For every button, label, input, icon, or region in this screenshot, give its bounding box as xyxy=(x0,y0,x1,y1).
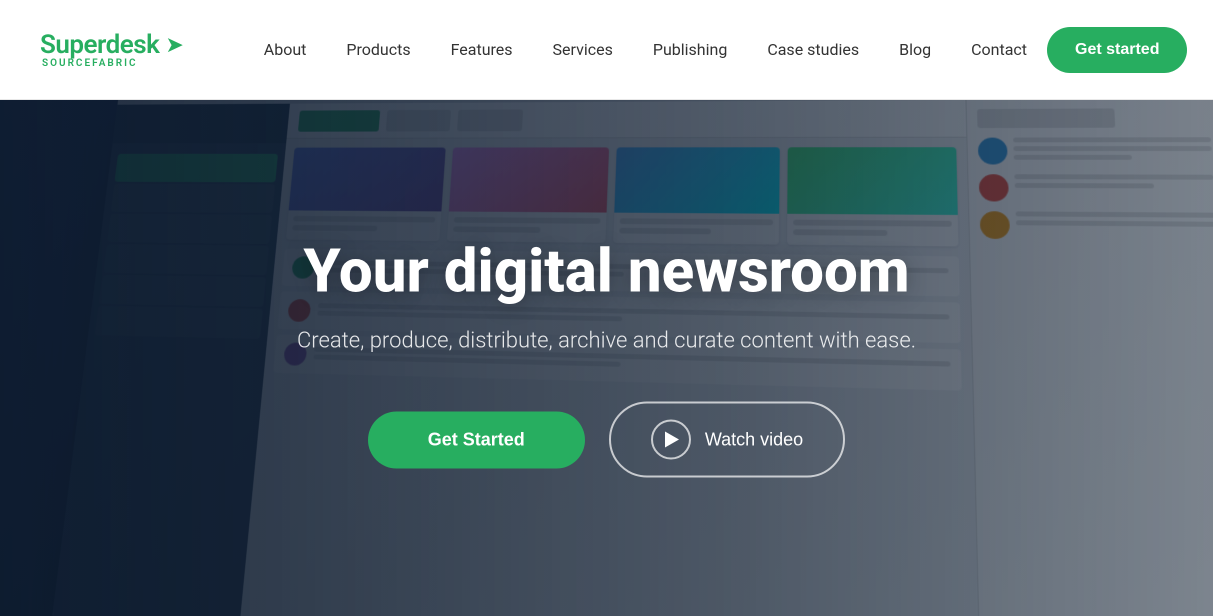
nav-blog[interactable]: Blog xyxy=(879,32,951,67)
hero-get-started-button[interactable]: Get Started xyxy=(368,411,585,468)
header-get-started-button[interactable]: Get started xyxy=(1047,27,1187,73)
nav-features[interactable]: Features xyxy=(431,32,533,67)
nav-publishing[interactable]: Publishing xyxy=(633,32,747,67)
hero-watch-video-button[interactable]: Watch video xyxy=(609,402,845,478)
nav-about[interactable]: About xyxy=(244,32,327,67)
logo-name: Superdesk xyxy=(40,30,159,60)
hero-content: Your digital newsroom Create, produce, d… xyxy=(157,239,1057,478)
logo-arrow-icon: ➤ xyxy=(165,33,183,58)
logo-sub: Sourcefabric xyxy=(42,58,138,69)
nav-case-studies[interactable]: Case studies xyxy=(747,32,879,67)
header: Superdesk ➤ Sourcefabric About Products … xyxy=(0,0,1213,100)
play-icon xyxy=(651,420,691,460)
watch-video-label: Watch video xyxy=(705,429,803,450)
main-nav: About Products Features Services Publish… xyxy=(244,32,1047,67)
nav-services[interactable]: Services xyxy=(533,32,633,67)
hero-buttons: Get Started Watch video xyxy=(157,402,1057,478)
nav-products[interactable]: Products xyxy=(326,32,430,67)
logo[interactable]: Superdesk ➤ Sourcefabric xyxy=(40,30,184,69)
hero-title: Your digital newsroom xyxy=(157,239,1057,305)
play-triangle-icon xyxy=(665,432,679,448)
hero-section: Your digital newsroom Create, produce, d… xyxy=(0,100,1213,616)
hero-subtitle: Create, produce, distribute, archive and… xyxy=(157,329,1057,354)
nav-contact[interactable]: Contact xyxy=(951,32,1047,67)
